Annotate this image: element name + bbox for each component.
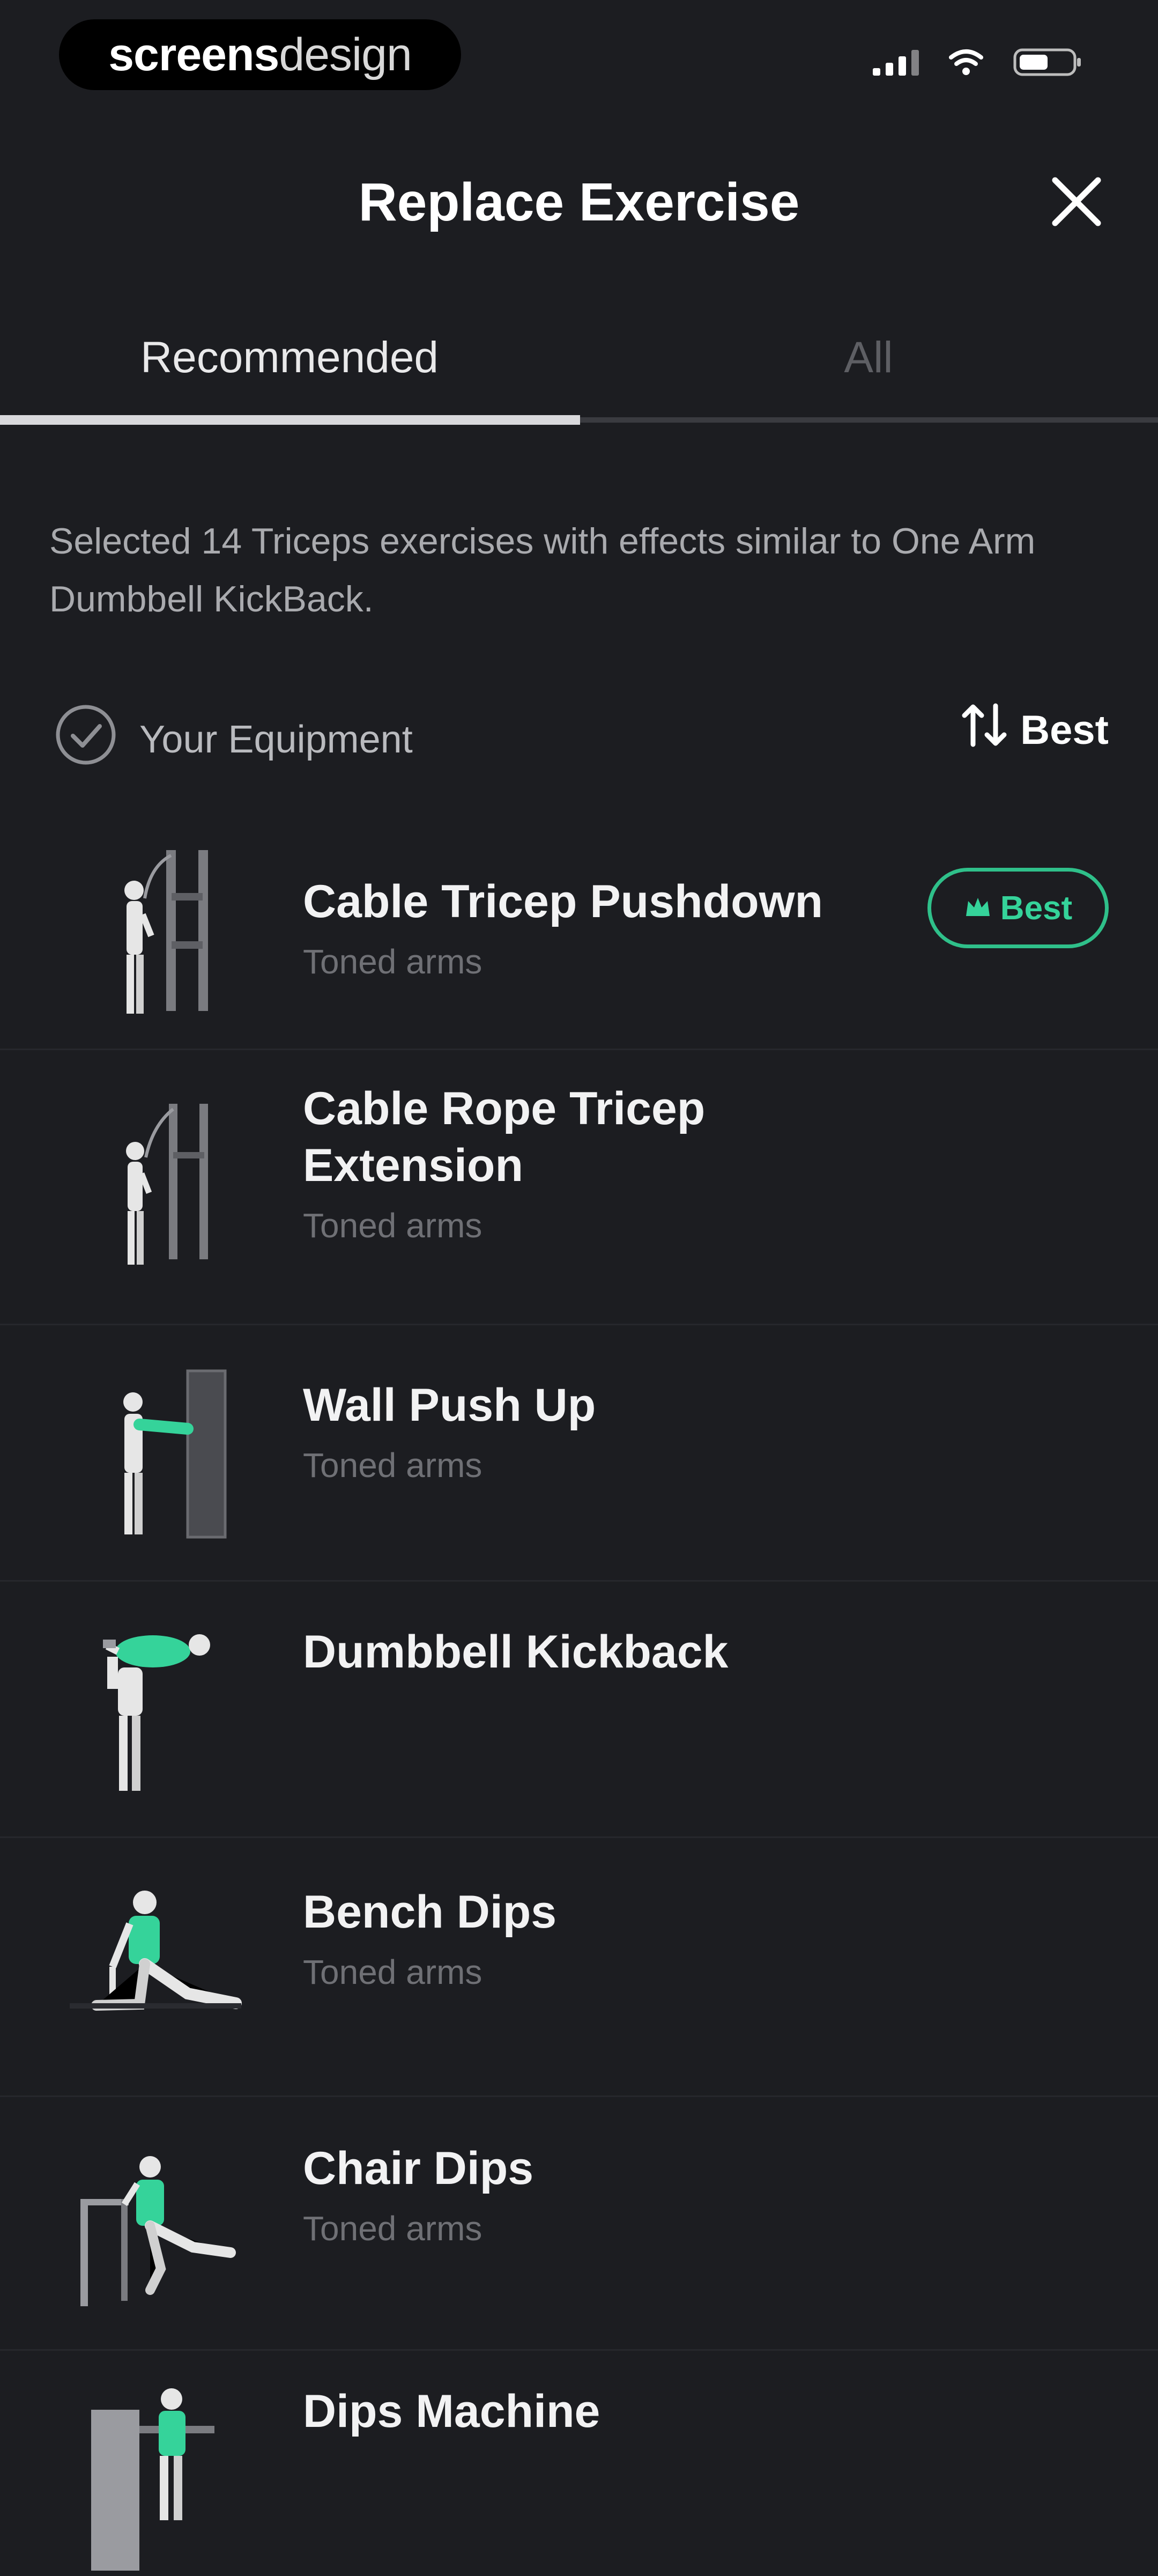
tab-bar: Recommended All	[0, 316, 1158, 429]
exercise-name: Wall Push Up	[303, 1379, 596, 1431]
exercise-subtitle: Toned arms	[303, 942, 482, 981]
brand-watermark: screens design	[59, 19, 461, 90]
exercise-list: Cable Tricep Pushdown Toned arms Best Ca…	[0, 804, 1158, 2576]
close-icon[interactable]	[1044, 169, 1109, 234]
exercise-name: Dumbbell Kickback	[303, 1626, 729, 1678]
list-item[interactable]: Dumbbell Kickback	[0, 1582, 1158, 1838]
status-bar: screens design	[0, 0, 1158, 107]
sort-label: Best	[1020, 707, 1109, 753]
your-equipment-toggle[interactable]: Your Equipment	[54, 703, 413, 776]
sort-button[interactable]: Best	[960, 703, 1109, 757]
exercise-name: Dips Machine	[303, 2386, 600, 2437]
dumbbell-kickback-illustration	[59, 1614, 252, 1807]
brand-light: design	[279, 28, 412, 80]
your-equipment-label: Your Equipment	[139, 718, 413, 761]
best-badge: Best	[927, 868, 1109, 948]
tab-all[interactable]: All	[579, 333, 1158, 383]
wall-push-up-illustration	[59, 1355, 252, 1548]
best-badge-label: Best	[1000, 889, 1073, 927]
exercise-subtitle: Toned arms	[303, 1953, 482, 1991]
exercise-text: Cable Rope Tricep Extension Toned arms	[303, 1080, 919, 1245]
header: Replace Exercise	[0, 139, 1158, 257]
exercise-name: Chair Dips	[303, 2143, 534, 2194]
list-item[interactable]: Cable Tricep Pushdown Toned arms Best	[0, 804, 1158, 1050]
exercise-name: Cable Tricep Pushdown	[303, 876, 823, 927]
status-icons	[873, 47, 1083, 77]
cable-machine-illustration	[59, 834, 252, 1027]
exercise-text: Dumbbell Kickback	[303, 1623, 919, 1692]
chair-dips-illustration	[59, 2124, 252, 2317]
sort-icon	[960, 703, 1009, 757]
exercise-subtitle: Toned arms	[303, 1446, 482, 1485]
list-item[interactable]: Dips Machine	[0, 2351, 1158, 2576]
exercise-text: Bench Dips Toned arms	[303, 1884, 919, 1992]
crown-icon	[964, 889, 992, 927]
exercise-text: Dips Machine	[303, 2383, 919, 2452]
tab-indicator	[0, 415, 580, 425]
exercise-text: Cable Tricep Pushdown Toned arms	[303, 873, 919, 981]
tab-recommended[interactable]: Recommended	[0, 333, 579, 383]
exercise-name: Bench Dips	[303, 1886, 557, 1938]
list-item[interactable]: Cable Rope Tricep Extension Toned arms	[0, 1050, 1158, 1325]
signal-icon	[873, 49, 919, 76]
cable-rope-illustration	[59, 1088, 252, 1281]
list-item[interactable]: Chair Dips Toned arms	[0, 2097, 1158, 2351]
list-item[interactable]: Bench Dips Toned arms	[0, 1838, 1158, 2097]
page-title: Replace Exercise	[358, 172, 800, 232]
bench-dips-illustration	[59, 1865, 252, 2058]
filter-row: Your Equipment Best	[0, 697, 1158, 772]
wifi-icon	[949, 49, 983, 76]
dips-machine-illustration	[59, 2378, 252, 2571]
list-item[interactable]: Wall Push Up Toned arms	[0, 1325, 1158, 1582]
exercise-name: Cable Rope Tricep Extension	[303, 1083, 706, 1191]
selection-description: Selected 14 Triceps exercises with effec…	[49, 521, 1036, 619]
brand-bold: screens	[108, 28, 279, 80]
exercise-subtitle: Toned arms	[303, 2209, 482, 2248]
battery-icon	[1013, 47, 1083, 77]
exercise-subtitle: Toned arms	[303, 1206, 482, 1245]
check-circle-icon	[54, 703, 118, 776]
exercise-text: Chair Dips Toned arms	[303, 2140, 919, 2248]
exercise-text: Wall Push Up Toned arms	[303, 1377, 919, 1485]
